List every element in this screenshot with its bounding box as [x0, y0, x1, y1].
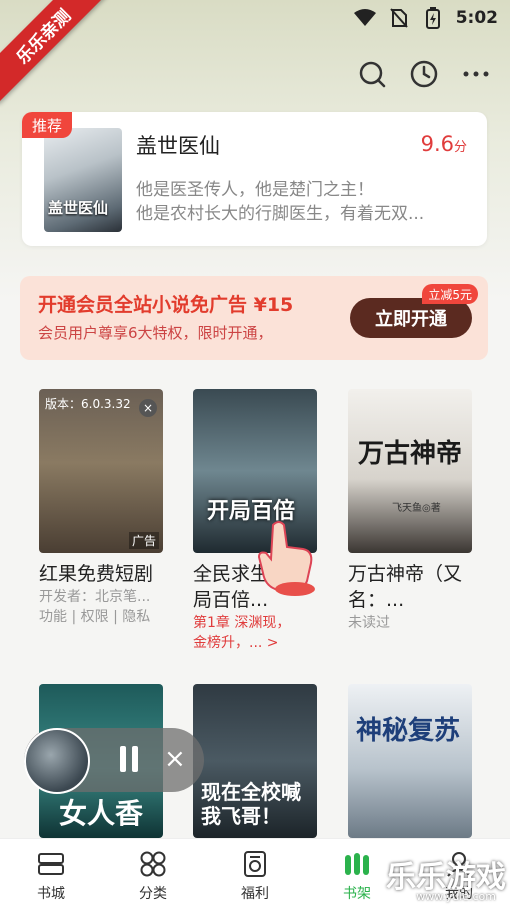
book-item[interactable]: 现在全校喊我飞哥！	[193, 684, 317, 838]
score-unit: 分	[453, 140, 467, 155]
book-cover-author: 飞天鱼◎著	[392, 503, 441, 514]
nav-label: 书城	[37, 886, 65, 902]
battery-charging-icon	[422, 7, 444, 29]
more-icon	[463, 71, 489, 77]
book-cover[interactable]: 万古神帝 飞天鱼◎著	[348, 389, 472, 553]
book-cover-title: 神秘复苏	[356, 716, 461, 746]
desc-line-1: 他是医圣传人，他是楚门之主！	[136, 180, 374, 200]
wifi-icon	[353, 7, 376, 29]
nav-label: 分类	[139, 886, 167, 902]
player-close-icon[interactable]: ×	[164, 745, 186, 773]
search-icon	[359, 61, 386, 88]
recommend-cover-title: 盖世医仙	[48, 199, 109, 217]
book-cover-title: 现在全校喊我飞哥！	[201, 780, 301, 828]
nav-item-category[interactable]: 分类	[102, 839, 204, 908]
recommend-card[interactable]: 盖世医仙 推荐 盖世医仙 9.6分 他是医圣传人，他是楚门之主！ 他是农村长大的…	[22, 112, 487, 246]
recommend-cover[interactable]: 盖世医仙	[44, 128, 122, 232]
watermark-url: www.yule.com	[416, 890, 496, 903]
tap-hand-icon	[257, 521, 315, 596]
search-button[interactable]	[356, 58, 388, 90]
discount-tag: 立减5元	[422, 284, 478, 304]
floating-audio-player[interactable]: ×	[24, 728, 204, 794]
store-icon	[38, 853, 64, 875]
vip-subtitle: 会员用户尊享6大特权，限时开通，	[38, 324, 273, 342]
status-time: 5:02	[455, 8, 498, 28]
book-links[interactable]: 功能 | 权限 | 隐私	[39, 607, 163, 627]
nav-label: 书架	[343, 886, 371, 902]
pause-button[interactable]	[116, 746, 142, 774]
book-latest-chapter-more[interactable]: 金榜升，... >	[193, 633, 317, 653]
book-read-status: 未读过	[348, 615, 390, 631]
book-cover-title: 万古神帝	[358, 439, 463, 469]
book-item[interactable]: 开局百倍 全民求生：开局百倍... 第1章 深渊现， 金榜升，... >	[193, 389, 317, 653]
book-title: 红果免费短剧	[39, 563, 154, 585]
book-developer: 开发者：北京笔...	[39, 589, 151, 605]
more-button[interactable]	[460, 58, 492, 90]
nav-item-store[interactable]: 书城	[0, 839, 102, 908]
nav-item-welfare[interactable]: 福利	[204, 839, 306, 908]
ad-label: 广告	[128, 532, 159, 549]
recommend-badge: 推荐	[22, 112, 72, 138]
gift-icon	[244, 851, 266, 877]
book-cover[interactable]: 神秘复苏	[348, 684, 472, 838]
recommend-description: 他是医圣传人，他是楚门之主！ 他是农村长大的行脚医生，有着无双...	[136, 178, 471, 226]
bookshelf-icon	[345, 853, 369, 875]
vip-banner[interactable]: 开通会员全站小说免广告 ¥15 会员用户尊享6大特权，限时开通， 立即开通 立减…	[20, 276, 488, 360]
desc-line-2: 他是农村长大的行脚医生，有着无双...	[136, 204, 425, 224]
ad-cover[interactable]: 版本：6.0.3.32 × 广告	[39, 389, 163, 553]
score-value: 9.6	[420, 132, 454, 156]
recommend-title: 盖世医仙	[136, 134, 220, 158]
player-cover[interactable]	[24, 728, 90, 794]
recommend-score: 9.6分	[421, 132, 467, 156]
book-title: 万古神帝（又名：...	[348, 563, 463, 611]
top-toolbar	[356, 58, 492, 90]
no-sim-icon	[388, 7, 410, 29]
nav-label: 福利	[241, 886, 269, 902]
book-item[interactable]: 神秘复苏	[348, 684, 472, 838]
clock-icon	[410, 60, 438, 88]
book-item-ad[interactable]: 版本：6.0.3.32 × 广告 红果免费短剧 开发者：北京笔... 功能 | …	[39, 389, 163, 627]
history-button[interactable]	[408, 58, 440, 90]
vip-title: 开通会员全站小说免广告 ¥15	[38, 294, 294, 316]
open-vip-button[interactable]: 立即开通	[350, 298, 472, 338]
ad-version: 版本：6.0.3.32	[45, 397, 131, 411]
book-latest-chapter: 第1章 深渊现，	[193, 615, 291, 631]
category-icon	[140, 851, 166, 877]
book-cover-title: 女人香	[59, 797, 144, 830]
book-cover[interactable]: 现在全校喊我飞哥！	[193, 684, 317, 838]
ad-close-icon[interactable]: ×	[139, 399, 157, 417]
book-item[interactable]: 万古神帝 飞天鱼◎著 万古神帝（又名：... 未读过	[348, 389, 472, 633]
